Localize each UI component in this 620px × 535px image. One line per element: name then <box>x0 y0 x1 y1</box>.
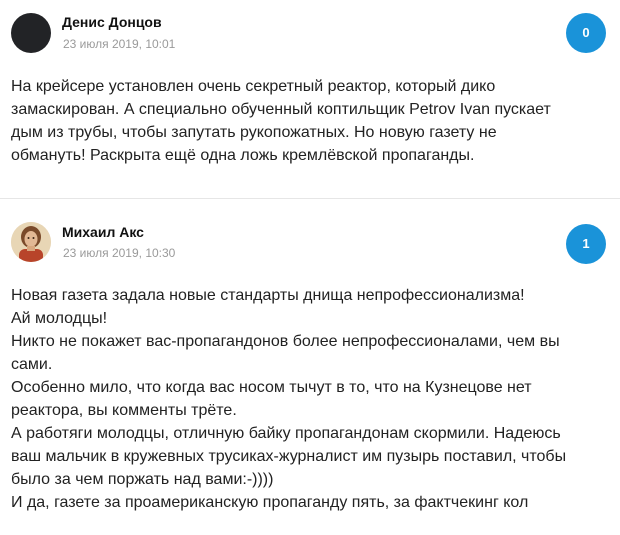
comment-rating-badge[interactable]: 0 <box>566 13 606 53</box>
comment-divider <box>0 198 620 199</box>
comment-text-line: Ай молодцы! <box>11 310 108 327</box>
comment-date: 23 июля 2019, 10:30 <box>63 246 176 260</box>
comment-text-line: На крейсере установлен очень секретный р… <box>11 78 496 95</box>
comment-text-line: И да, газете за проамериканскую пропаган… <box>11 494 529 511</box>
avatar[interactable] <box>11 13 51 53</box>
comment: Денис Донцов 23 июля 2019, 10:01 0 На кр… <box>0 0 620 200</box>
comment-text-line: реактора, вы комменты трёте. <box>11 402 237 419</box>
comment-text: На крейсере установлен очень секретный р… <box>11 75 607 167</box>
comment-text-line: было за чем поржать над вами:-)))) <box>11 471 274 488</box>
comment-text-line: сами. <box>11 356 53 373</box>
comment-author[interactable]: Михаил Акс <box>62 224 144 240</box>
comment-author[interactable]: Денис Донцов <box>62 14 162 30</box>
comment-text-line: Новая газета задала новые стандарты днищ… <box>11 287 525 304</box>
comment-text: Новая газета задала новые стандарты днищ… <box>11 284 607 514</box>
comment-text-line: дым из трубы, чтобы запутать рукопожатны… <box>11 124 497 141</box>
avatar-portrait-icon <box>11 222 51 262</box>
comment-text-line: ваш мальчик в кружевных трусиках-журнали… <box>11 448 567 465</box>
comment-text-line: А работяги молодцы, отличную байку пропа… <box>11 425 561 442</box>
comment-text-line: замаскирован. А специально обученный коп… <box>11 101 551 118</box>
avatar[interactable] <box>11 222 51 262</box>
comment-text-line: обмануть! Раскрыта ещё одна ложь кремлёв… <box>11 147 475 164</box>
comment: Михаил Акс 23 июля 2019, 10:30 1 Новая г… <box>0 200 620 535</box>
comment-rating-badge[interactable]: 1 <box>566 224 606 264</box>
comment-text-line: Особенно мило, что когда вас носом тычут… <box>11 379 532 396</box>
comment-date: 23 июля 2019, 10:01 <box>63 37 176 51</box>
comment-text-line: Никто не покажет вас-пропагандонов более… <box>11 333 560 350</box>
